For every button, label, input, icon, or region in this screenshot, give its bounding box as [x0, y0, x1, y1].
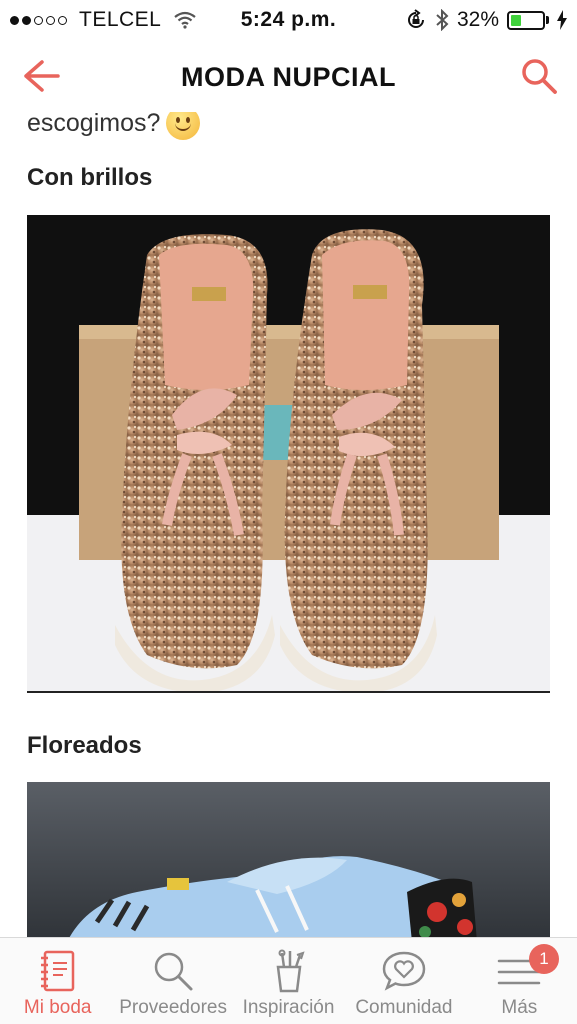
tab-mi-boda[interactable]: Mi boda	[0, 938, 115, 1024]
charging-icon	[557, 10, 567, 30]
tab-label: Inspiración	[242, 997, 335, 1018]
search-icon[interactable]	[519, 56, 559, 96]
tab-label: Proveedores	[119, 997, 227, 1018]
tab-label: Más	[501, 997, 538, 1018]
tab-label: Comunidad	[355, 997, 453, 1018]
chat-heart-icon	[382, 951, 426, 991]
battery-percent: 32%	[456, 8, 499, 31]
intro-text-line: escogimos?	[27, 112, 201, 140]
status-bar: TELCEL 5:24 p.m. 32%	[0, 0, 577, 40]
section-title-floral: Floreados	[27, 732, 142, 759]
glitter-sneakers-photo[interactable]	[27, 215, 550, 693]
floral-sneakers-photo[interactable]	[27, 782, 550, 937]
tab-label: Mi boda	[23, 997, 92, 1018]
rotation-lock-icon	[407, 9, 424, 28]
article-content[interactable]: escogimos? Con brillos Floreados	[0, 112, 577, 937]
inspiration-tools-icon	[276, 949, 305, 993]
intro-text: escogimos?	[27, 112, 161, 137]
battery-icon	[507, 10, 549, 30]
status-right: 32%	[405, 8, 567, 32]
tab-inspiracion[interactable]: Inspiración	[231, 938, 346, 1024]
section-title-glitter: Con brillos	[27, 164, 153, 191]
search-icon	[154, 952, 193, 991]
tab-mas[interactable]: 1 Más	[462, 938, 577, 1024]
navigation-header: MODA NUPCIAL	[0, 40, 577, 112]
tab-comunidad[interactable]: Comunidad	[346, 938, 461, 1024]
notification-badge: 1	[529, 944, 560, 974]
bluetooth-icon	[436, 9, 449, 31]
bottom-tab-bar: Mi boda Proveedores Inspiración Comunida…	[0, 937, 577, 1024]
notebook-icon	[40, 950, 74, 992]
tab-proveedores[interactable]: Proveedores	[115, 938, 230, 1024]
page-title: MODA NUPCIAL	[181, 62, 396, 92]
smiley-emoji-icon	[166, 112, 201, 140]
